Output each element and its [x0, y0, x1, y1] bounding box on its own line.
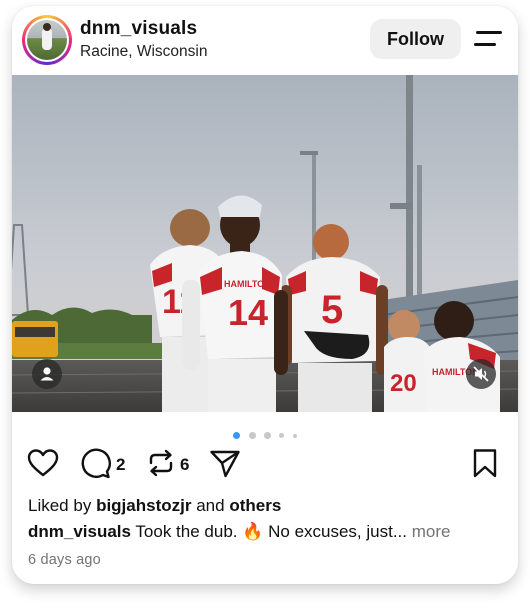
menu-icon[interactable]: [474, 30, 502, 50]
post-timestamp: 6 days ago: [28, 552, 101, 568]
avatar[interactable]: [22, 15, 72, 65]
caption: dnm_visuals Took the dub. 🔥 No excuses, …: [28, 522, 450, 542]
location[interactable]: Racine, Wisconsin: [80, 43, 208, 61]
carousel-dot: [248, 432, 256, 440]
bookmark-icon: [473, 449, 497, 478]
repost-button[interactable]: [144, 446, 178, 482]
comment-count: 2: [116, 455, 126, 474]
liked-by: Liked by bigjahstozjr and others: [28, 496, 281, 516]
carousel-indicator: [12, 427, 518, 440]
user-icon: [40, 367, 54, 381]
post-photo[interactable]: 11 5 HAMILTON 14 20 HAMILTON: [12, 75, 518, 412]
comment-button[interactable]: [78, 446, 112, 482]
jersey-name-center: HAMILTON: [224, 279, 271, 289]
liked-by-user[interactable]: bigjahstozjr: [96, 496, 191, 515]
share-button[interactable]: [208, 446, 242, 482]
post-card: dnm_visuals Racine, Wisconsin Follow 11 …: [12, 6, 518, 584]
mute-button[interactable]: [466, 359, 496, 389]
save-button[interactable]: [468, 446, 502, 482]
liked-by-and: and: [196, 496, 225, 515]
heart-icon: [27, 449, 59, 477]
tagged-users-button[interactable]: [32, 359, 62, 389]
post-header: dnm_visuals Racine, Wisconsin Follow: [12, 6, 518, 74]
like-button[interactable]: [26, 446, 60, 482]
repost-count: 6: [180, 455, 190, 474]
caption-username[interactable]: dnm_visuals: [28, 522, 131, 541]
carousel-dot: [292, 433, 297, 438]
action-bar: 2 6: [12, 446, 518, 486]
carousel-dot: [279, 433, 285, 439]
jersey-number-center: 14: [228, 292, 268, 333]
carousel-dot: [264, 432, 271, 440]
caption-text: Took the dub. 🔥 No excuses, just...: [135, 522, 407, 541]
jersey-number-back: 5: [321, 288, 343, 332]
follow-button[interactable]: Follow: [370, 19, 461, 59]
mute-icon: [473, 366, 489, 382]
username[interactable]: dnm_visuals: [80, 18, 197, 40]
repost-icon: [149, 449, 173, 477]
comment-icon: [81, 448, 111, 479]
caption-more-link[interactable]: more: [412, 522, 451, 541]
avatar-photo: [27, 20, 67, 60]
carousel-dot-active: [233, 432, 241, 440]
send-icon: [210, 450, 240, 478]
football-team-photo: 11 5 HAMILTON 14 20 HAMILTON: [12, 75, 518, 412]
liked-by-prefix: Liked by: [28, 496, 92, 515]
liked-by-others[interactable]: others: [229, 496, 281, 515]
jersey-number-right: 20: [390, 370, 417, 397]
